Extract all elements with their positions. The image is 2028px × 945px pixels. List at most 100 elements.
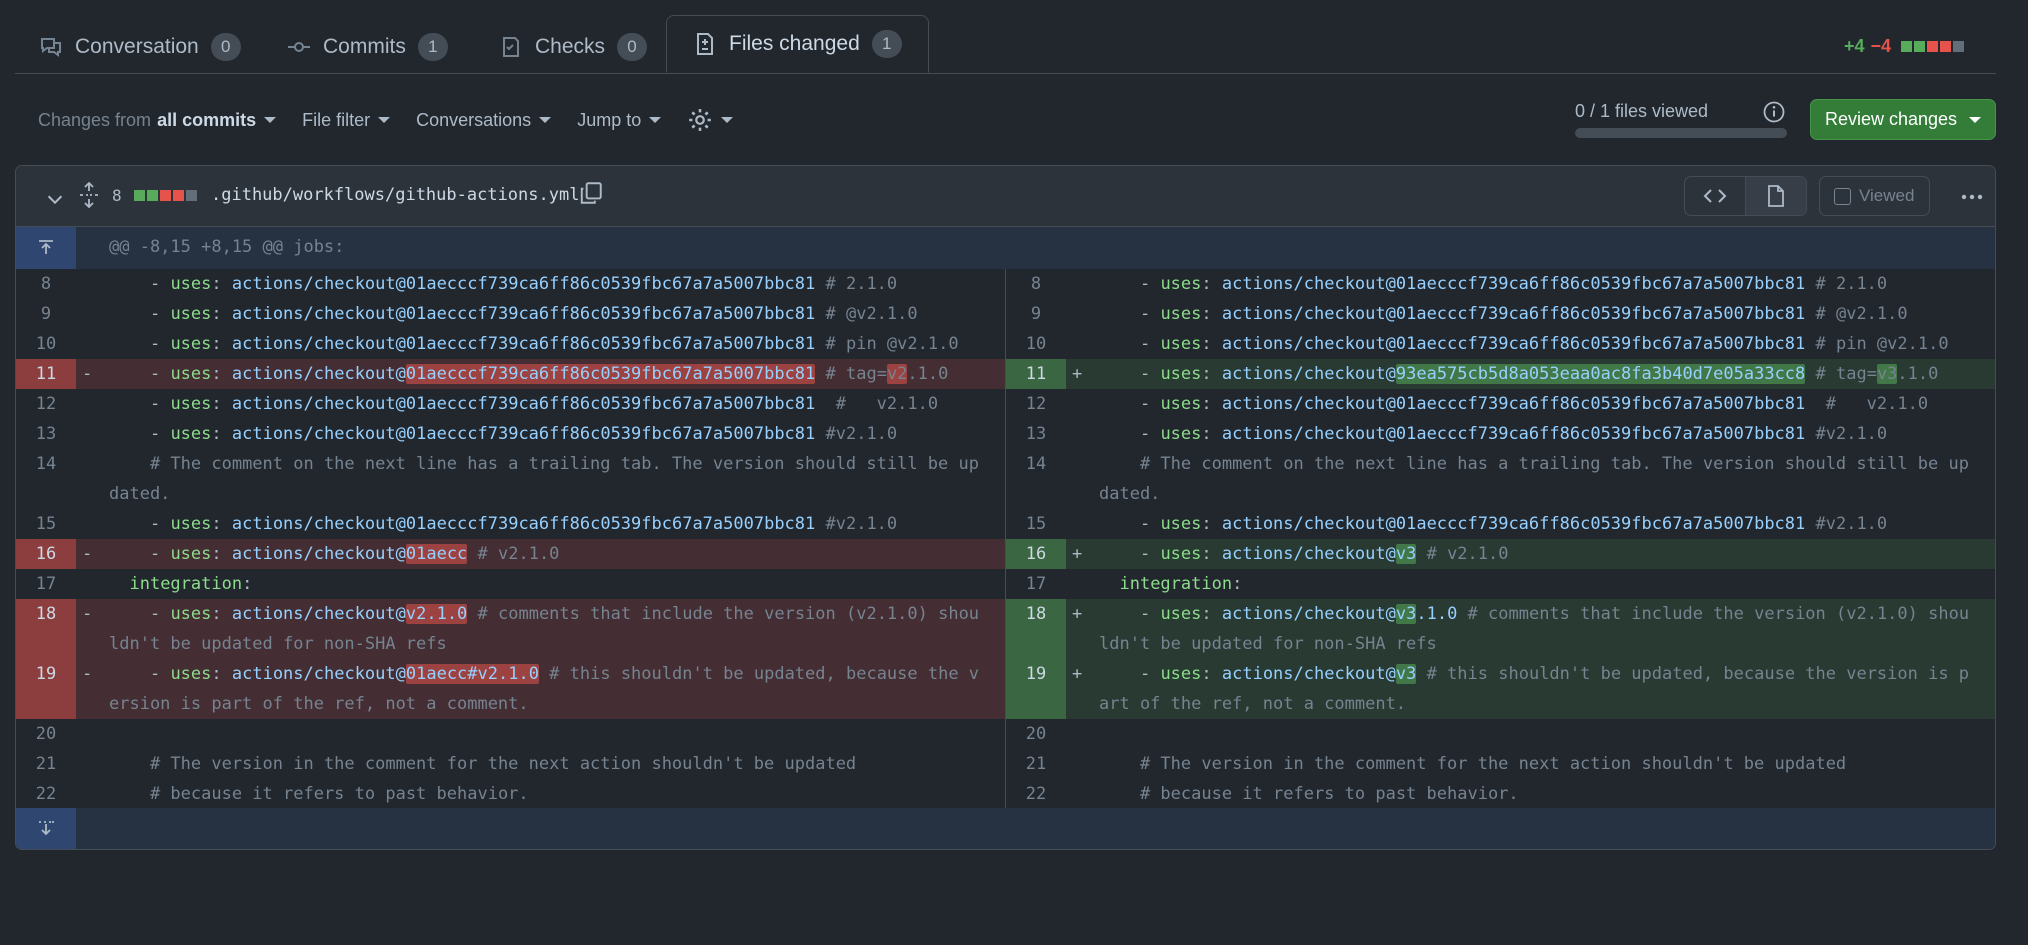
file-path[interactable]: .github/workflows/github-actions.yml — [211, 185, 579, 205]
line-number[interactable]: 18 — [16, 599, 76, 659]
line-number[interactable]: 22 — [1006, 779, 1066, 809]
line-number[interactable]: 21 — [16, 749, 76, 779]
line-number[interactable]: 20 — [16, 719, 76, 749]
line-number[interactable]: 15 — [16, 509, 76, 539]
addition-marker: + — [1072, 364, 1083, 384]
code-token: 93ea575cb5d8a053eaa0ac8fa3b40d7e05a33cc8 — [1395, 364, 1806, 384]
file-change-count: 8 — [112, 186, 122, 205]
line-number[interactable]: 13 — [16, 419, 76, 449]
diff-row: 10 - uses: actions/checkout@01aecccf739c… — [16, 329, 1995, 359]
line-number[interactable]: 10 — [1006, 329, 1066, 359]
line-number[interactable]: 11 — [16, 359, 76, 389]
line-number[interactable]: 8 — [1006, 269, 1066, 299]
code-token: : — [211, 304, 232, 324]
code-token: # @v2.1.0 — [1805, 304, 1908, 324]
line-number[interactable]: 9 — [1006, 299, 1066, 329]
line-number[interactable]: 15 — [1006, 509, 1066, 539]
line-number[interactable]: 16 — [16, 539, 76, 569]
copy-icon[interactable] — [578, 180, 604, 206]
changes-from-dropdown[interactable]: Changes from all commits — [38, 110, 277, 131]
file-diff: 8 .github/workflows/github-actions.yml V… — [15, 165, 1996, 850]
line-number[interactable]: 19 — [16, 659, 76, 719]
code-token: - — [109, 364, 171, 384]
tab-checks[interactable]: Checks 0 — [499, 24, 648, 70]
diff-right-cell: 20 — [1006, 719, 1995, 749]
line-number[interactable]: 22 — [16, 779, 76, 809]
diff-right-cell: 18 + - uses: actions/checkout@v3.1.0 # co… — [1006, 599, 1995, 659]
code-token: integration — [1119, 574, 1233, 594]
file-filter-dropdown[interactable]: File filter — [302, 110, 391, 131]
tab-label: Files changed — [729, 32, 860, 55]
deletion-marker: - — [82, 664, 93, 684]
code-token: # The version in the comment for the nex… — [109, 754, 857, 774]
caret-down-icon — [264, 117, 277, 123]
code-token: uses — [170, 424, 212, 444]
addition-marker: + — [1072, 604, 1083, 624]
line-number[interactable]: 8 — [16, 269, 76, 299]
code-token: - — [109, 664, 171, 684]
code-token: v3 — [1876, 364, 1898, 384]
diff-left-cell: 11- - uses: actions/checkout@01aecccf739… — [16, 359, 1006, 389]
jump-to-label: Jump to — [577, 109, 642, 130]
line-number[interactable]: 14 — [1006, 449, 1066, 509]
diff-settings-dropdown[interactable] — [687, 107, 734, 133]
unfold-icon[interactable] — [77, 182, 101, 208]
file-diffstat-blocks — [134, 190, 197, 201]
tab-files-changed[interactable]: Files changed 1 — [666, 15, 929, 73]
line-number[interactable]: 10 — [16, 329, 76, 359]
expand-up-button[interactable] — [16, 227, 76, 269]
code-token: actions/checkout@01aecccf739ca6ff86c0539… — [231, 274, 816, 294]
line-number[interactable]: 9 — [16, 299, 76, 329]
code-token: actions/checkout@01aecccf739ca6ff86c0539… — [1221, 394, 1806, 414]
line-number[interactable]: 14 — [16, 449, 76, 509]
tab-commits[interactable]: Commits 1 — [287, 24, 448, 70]
code-line: - uses: actions/checkout@v3.1.0 # commen… — [1099, 599, 1975, 659]
diffstat-block — [186, 190, 197, 201]
viewed-checkbox[interactable]: Viewed — [1819, 176, 1930, 216]
code-line: - uses: actions/checkout@v3 # v2.1.0 — [1099, 539, 1975, 569]
diffstat-block — [1927, 41, 1938, 52]
rich-view-button[interactable] — [1745, 177, 1806, 215]
code-token: # 2.1.0 — [815, 274, 898, 294]
diff-row: 8 - uses: actions/checkout@01aecccf739ca… — [16, 269, 1995, 299]
jump-to-dropdown[interactable]: Jump to — [577, 109, 662, 131]
line-number[interactable]: 20 — [1006, 719, 1066, 749]
line-number[interactable]: 11 — [1006, 359, 1066, 389]
code-token: # because it refers to past behavior. — [109, 784, 529, 804]
code-line: integration: — [1099, 569, 1975, 599]
info-icon[interactable] — [1762, 100, 1786, 124]
diff-left-cell: 20 — [16, 719, 1006, 749]
code-line: # The comment on the next line has a tra… — [109, 449, 983, 509]
code-line: - uses: actions/checkout@v3 # this shoul… — [1099, 659, 1975, 719]
line-number[interactable]: 19 — [1006, 659, 1066, 719]
line-number[interactable]: 13 — [1006, 419, 1066, 449]
line-number[interactable]: 12 — [1006, 389, 1066, 419]
tab-conversation[interactable]: Conversation 0 — [39, 24, 241, 70]
code-token: integration — [129, 574, 243, 594]
code-token: actions/checkout@01aecccf739ca6ff86c0539… — [231, 304, 816, 324]
code-token: uses — [170, 334, 212, 354]
code-token: v3 — [1395, 544, 1417, 564]
chevron-down-icon[interactable] — [44, 188, 66, 210]
code-token: uses — [1160, 424, 1202, 444]
code-line: - uses: actions/checkout@01aecccf739ca6f… — [109, 509, 983, 539]
line-number[interactable]: 17 — [1006, 569, 1066, 599]
code-token: .1.0 — [907, 364, 949, 384]
tab-counter: 1 — [871, 30, 902, 58]
source-view-button[interactable] — [1685, 177, 1745, 215]
code-token: uses — [1160, 604, 1202, 624]
code-token: - — [1099, 334, 1161, 354]
line-number[interactable]: 21 — [1006, 749, 1066, 779]
code-token: v2 — [886, 364, 908, 384]
line-number[interactable]: 12 — [16, 389, 76, 419]
line-number[interactable]: 18 — [1006, 599, 1066, 659]
deletions-count: −4 — [1870, 36, 1891, 56]
line-number[interactable]: 16 — [1006, 539, 1066, 569]
conversations-dropdown[interactable]: Conversations — [416, 110, 552, 131]
review-changes-button[interactable]: Review changes — [1810, 99, 1996, 140]
diff-row: 9 - uses: actions/checkout@01aecccf739ca… — [16, 299, 1995, 329]
line-number[interactable]: 17 — [16, 569, 76, 599]
diff-right-cell: 9 - uses: actions/checkout@01aecccf739ca… — [1006, 299, 1995, 329]
expand-down-button[interactable] — [16, 808, 76, 849]
kebab-horizontal-icon[interactable] — [1959, 184, 1985, 210]
